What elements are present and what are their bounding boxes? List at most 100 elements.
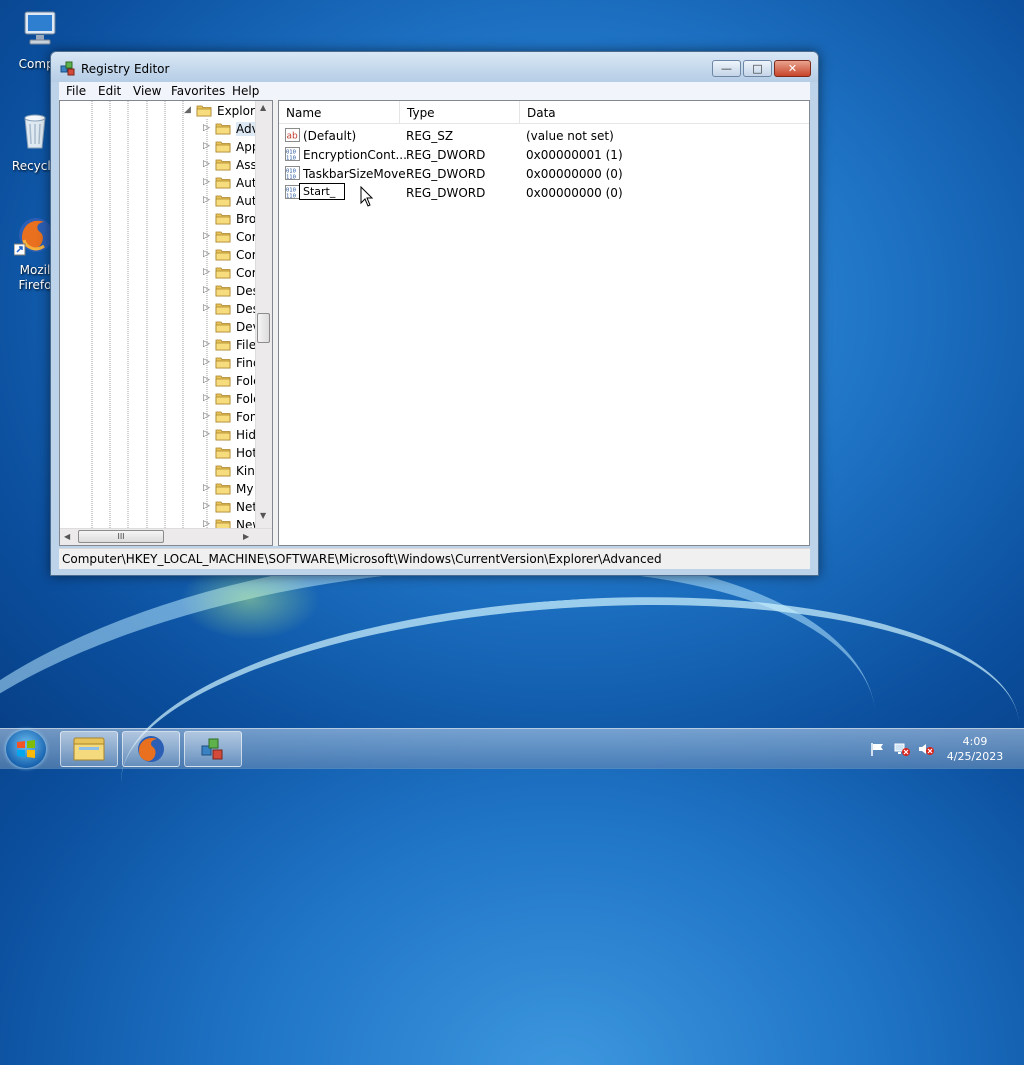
expand-arrow-icon[interactable]: ▷ [203,339,211,349]
tree-horizontal-scroll-thumb[interactable]: III [78,530,164,543]
regedit-icon [201,738,223,760]
expand-arrow-icon[interactable]: ▷ [203,285,211,295]
tree-item-explorer[interactable]: ◢ Explore [60,102,262,120]
expand-arrow-icon[interactable]: ▷ [203,483,211,493]
registry-editor-window[interactable]: Registry Editor — □ ✕ File Edit View Fav… [50,51,819,576]
tree-item[interactable]: ▷ Folc [60,390,260,408]
expand-arrow-icon[interactable]: ▷ [203,411,211,421]
tree-item[interactable]: ▷ Adv [60,120,259,138]
value-type: REG_DWORD [406,167,486,181]
values-list-pane[interactable]: Name Type Data ab (Default) REG_SZ (value n… [278,100,810,546]
menu-edit[interactable]: Edit [98,84,121,98]
tree-item[interactable]: Hot [60,444,257,462]
expand-arrow-icon[interactable]: ▷ [203,501,211,511]
expand-arrow-icon[interactable]: ▷ [203,141,211,151]
taskbar-clock[interactable]: 4:09 4/25/2023 [940,734,1010,764]
expand-arrow-icon[interactable]: ▷ [203,267,211,277]
scroll-left-icon[interactable]: ◀ [64,532,70,541]
scroll-right-icon[interactable]: ▶ [243,532,249,541]
start-button[interactable] [6,730,46,768]
menu-help[interactable]: Help [232,84,259,98]
expand-arrow-icon[interactable]: ▷ [203,231,211,241]
tree-vertical-scrollbar[interactable]: ▲ ▼ [255,101,272,529]
folder-icon [215,302,231,315]
expand-arrow-icon[interactable]: ▷ [203,393,211,403]
tree-item[interactable]: ▷ App [60,138,259,156]
column-header-type[interactable]: Type [400,101,520,123]
value-row[interactable]: 010110 REG_DWORD 0x00000000 (0) [279,183,809,202]
tree-item[interactable]: ▷ File [60,336,256,354]
tree-item[interactable]: ▷ Cor [60,246,257,264]
title-bar[interactable]: Registry Editor — □ ✕ [51,52,818,82]
value-name: TaskbarSizeMove [303,167,406,181]
list-header: Name Type Data [279,101,809,124]
tree-item[interactable]: ▷ Cor [60,264,257,282]
expand-arrow-icon[interactable]: ▷ [203,375,211,385]
client-area: ◢ Explore ▷ Adv ▷ App ▷ Ass ▷ Aut ▷ Aut Bro ▷ Cor ▷ Cor ▷… [59,100,810,546]
tree-item[interactable]: ▷ Find [60,354,261,372]
tree-vertical-scroll-thumb[interactable] [257,313,270,343]
expand-arrow-icon[interactable]: ▷ [203,177,211,187]
taskbar-regedit-button[interactable] [184,731,242,767]
expand-arrow-icon[interactable]: ▷ [203,123,211,133]
key-tree-pane[interactable]: ◢ Explore ▷ Adv ▷ App ▷ Ass ▷ Aut ▷ Aut Bro ▷ Cor ▷ Cor ▷… [59,100,273,546]
tree-item[interactable]: ▷ Aut [60,192,257,210]
expand-arrow-icon[interactable]: ▷ [203,195,211,205]
menu-favorites[interactable]: Favorites [171,84,225,98]
column-header-name[interactable]: Name [279,101,400,123]
value-row[interactable]: 010 110 EncryptionCont... REG_DWORD 0x000000… [279,145,809,164]
expand-arrow-icon[interactable]: ▷ [203,429,211,439]
expand-arrow-icon[interactable]: ▷ [203,249,211,259]
tree-item-label: Net [236,500,258,514]
minimize-button[interactable]: — [712,60,741,77]
expand-arrow-icon[interactable]: ▷ [203,357,211,367]
tree-item[interactable]: ▷ Ass [60,156,257,174]
computer-icon [24,11,56,45]
tree-item-label: Cor [236,248,257,262]
rename-value-input[interactable] [299,183,345,200]
tree-item[interactable]: ▷ Aut [60,174,257,192]
value-data: 0x00000001 (1) [526,148,623,162]
value-type: REG_DWORD [406,148,486,162]
tree-item[interactable]: Dev [60,318,260,336]
tree-item-label: My [236,482,254,496]
expand-arrow-icon[interactable]: ▷ [203,303,211,313]
tree-item[interactable]: ▷ Des [60,282,259,300]
scroll-down-icon[interactable]: ▼ [260,511,266,520]
folder-icon [215,428,231,441]
collapse-arrow-icon[interactable]: ◢ [184,105,192,115]
volume-muted-icon[interactable] [918,742,934,756]
tree-horizontal-scrollbar[interactable]: ◀ III ▶ [60,528,272,545]
column-header-data[interactable]: Data [520,101,809,123]
value-row[interactable]: 010 110 TaskbarSizeMove REG_DWORD 0x00000000… [279,164,809,183]
maximize-button[interactable]: □ [743,60,772,77]
taskbar-explorer-button[interactable] [60,731,118,767]
folder-icon [215,482,231,495]
tree-item[interactable]: ▷ My [60,480,256,498]
expand-arrow-icon[interactable]: ▷ [203,159,211,169]
tree-item[interactable]: ▷ Net [60,498,258,516]
folder-icon [215,194,231,207]
tree-item[interactable]: ▷ Des [60,300,259,318]
value-row[interactable]: ab (Default) REG_SZ (value not set) [279,126,809,145]
menu-file[interactable]: File [66,84,86,98]
value-data: 0x00000000 (0) [526,186,623,200]
action-center-flag-icon[interactable] [870,742,886,756]
taskbar-firefox-button[interactable] [122,731,180,767]
tree-item[interactable]: ▷ Fon [60,408,257,426]
maximize-icon: □ [752,62,763,75]
folder-icon [215,410,231,423]
scroll-up-icon[interactable]: ▲ [260,103,266,112]
tree-item[interactable]: ▷ Hid [60,426,256,444]
tree-item[interactable]: ▷ Cor [60,228,257,246]
close-button[interactable]: ✕ [774,60,811,77]
menu-view[interactable]: View [133,84,161,98]
tree-item[interactable]: ▷ Folc [60,372,260,390]
tree-item-label: Cor [236,266,257,280]
network-disconnected-icon[interactable] [894,742,910,756]
clock-date: 4/25/2023 [946,750,1004,763]
windows-logo-icon [17,740,35,758]
tree-item[interactable]: Kin [60,462,256,480]
folder-icon [215,140,231,153]
tree-item[interactable]: Bro [60,210,256,228]
